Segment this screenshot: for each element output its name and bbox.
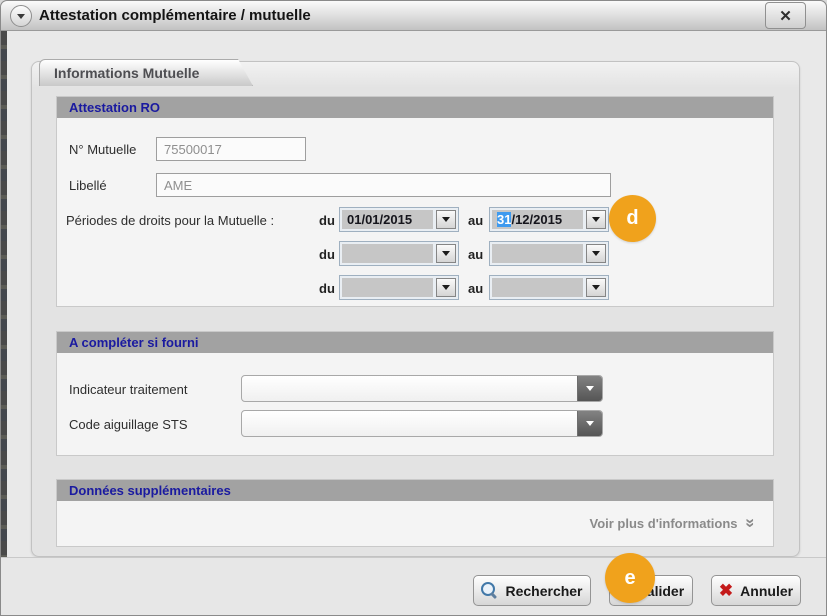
date-du-2-value[interactable] xyxy=(342,244,433,263)
annotation-badge-e-label: e xyxy=(624,567,635,590)
date-du-2-dropdown-button[interactable] xyxy=(436,244,456,263)
date-au-1-combo[interactable]: 31/12/2015 xyxy=(489,207,609,232)
code-sts-dropdown-button[interactable] xyxy=(577,411,602,436)
date-au-3-combo[interactable] xyxy=(489,275,609,300)
chevron-down-icon xyxy=(442,285,450,290)
du-label-2: du xyxy=(319,247,335,262)
date-du-3-dropdown-button[interactable] xyxy=(436,278,456,297)
chevron-down-icon xyxy=(442,217,450,222)
du-label-1: du xyxy=(319,213,335,228)
chevron-down-icon xyxy=(592,251,600,256)
periodes-label: Périodes de droits pour la Mutuelle : xyxy=(66,213,274,228)
voir-plus-link[interactable]: Voir plus d'informations » xyxy=(590,513,756,533)
num-mutuelle-label: N° Mutuelle xyxy=(69,142,136,157)
voir-plus-label: Voir plus d'informations xyxy=(590,516,738,531)
date-du-1-dropdown-button[interactable] xyxy=(436,210,456,229)
footer-bar: Rechercher ✔ Valider ✖ Annuler xyxy=(1,557,826,616)
annuler-button[interactable]: ✖ Annuler xyxy=(711,575,801,606)
collapse-button[interactable] xyxy=(10,5,32,27)
chevron-down-icon xyxy=(592,217,600,222)
indicateur-traitement-select[interactable] xyxy=(241,375,603,402)
date-au-1-dropdown-button[interactable] xyxy=(586,210,606,229)
chevron-down-icon xyxy=(442,251,450,256)
chevron-down-icon xyxy=(586,386,594,391)
annuler-label: Annuler xyxy=(740,583,793,599)
selected-text: 31 xyxy=(497,212,511,227)
background-window-edge xyxy=(1,31,7,559)
close-button[interactable]: ✕ xyxy=(765,2,806,29)
section-a-completer-title: A compléter si fourni xyxy=(57,332,773,353)
section-donnees-supplementaires: Données supplémentaires Voir plus d'info… xyxy=(56,479,774,547)
section-donnees-supplementaires-title: Données supplémentaires xyxy=(57,480,773,501)
date-du-3-combo[interactable] xyxy=(339,275,459,300)
date-au-2-value[interactable] xyxy=(492,244,583,263)
date-au-3-value[interactable] xyxy=(492,278,583,297)
indicateur-dropdown-button[interactable] xyxy=(577,376,602,401)
search-icon xyxy=(481,582,498,599)
tab-label: Informations Mutuelle xyxy=(54,65,199,81)
date-du-2-combo[interactable] xyxy=(339,241,459,266)
libelle-label: Libellé xyxy=(69,178,107,193)
chevron-down-icon xyxy=(17,14,25,19)
date-au-3-dropdown-button[interactable] xyxy=(586,278,606,297)
date-au-2-combo[interactable] xyxy=(489,241,609,266)
annotation-badge-d: d xyxy=(609,195,656,242)
date-du-1-value[interactable]: 01/01/2015 xyxy=(342,210,433,229)
au-label-2: au xyxy=(468,247,483,262)
annotation-badge-e: e xyxy=(605,553,655,603)
annotation-badge-d-label: d xyxy=(626,207,638,230)
double-chevron-down-icon: » xyxy=(740,518,760,527)
date-du-3-value[interactable] xyxy=(342,278,433,297)
au-label-3: au xyxy=(468,281,483,296)
du-label-3: du xyxy=(319,281,335,296)
date-du-1-combo[interactable]: 01/01/2015 xyxy=(339,207,459,232)
date-au-1-rest: /12/2015 xyxy=(511,212,562,227)
chevron-down-icon xyxy=(586,421,594,426)
date-au-1-value[interactable]: 31/12/2015 xyxy=(492,210,583,229)
attestation-dialog: Attestation complémentaire / mutuelle ✕ … xyxy=(0,0,827,616)
au-label-1: au xyxy=(468,213,483,228)
code-aiguillage-sts-value xyxy=(242,411,577,436)
tab-informations-mutuelle[interactable]: Informations Mutuelle xyxy=(39,59,253,86)
cancel-icon: ✖ xyxy=(719,582,733,599)
code-aiguillage-sts-select[interactable] xyxy=(241,410,603,437)
title-bar: Attestation complémentaire / mutuelle ✕ xyxy=(1,1,826,31)
num-mutuelle-input[interactable] xyxy=(156,137,306,161)
chevron-down-icon xyxy=(592,285,600,290)
window-title: Attestation complémentaire / mutuelle xyxy=(39,1,311,31)
close-icon: ✕ xyxy=(779,7,792,25)
code-aiguillage-sts-label: Code aiguillage STS xyxy=(69,417,188,432)
indicateur-traitement-label: Indicateur traitement xyxy=(69,382,188,397)
rechercher-label: Rechercher xyxy=(505,583,582,599)
indicateur-traitement-value xyxy=(242,376,577,401)
rechercher-button[interactable]: Rechercher xyxy=(473,575,591,606)
libelle-input[interactable] xyxy=(156,173,611,197)
section-attestation-ro-title: Attestation RO xyxy=(57,97,773,118)
date-au-2-dropdown-button[interactable] xyxy=(586,244,606,263)
